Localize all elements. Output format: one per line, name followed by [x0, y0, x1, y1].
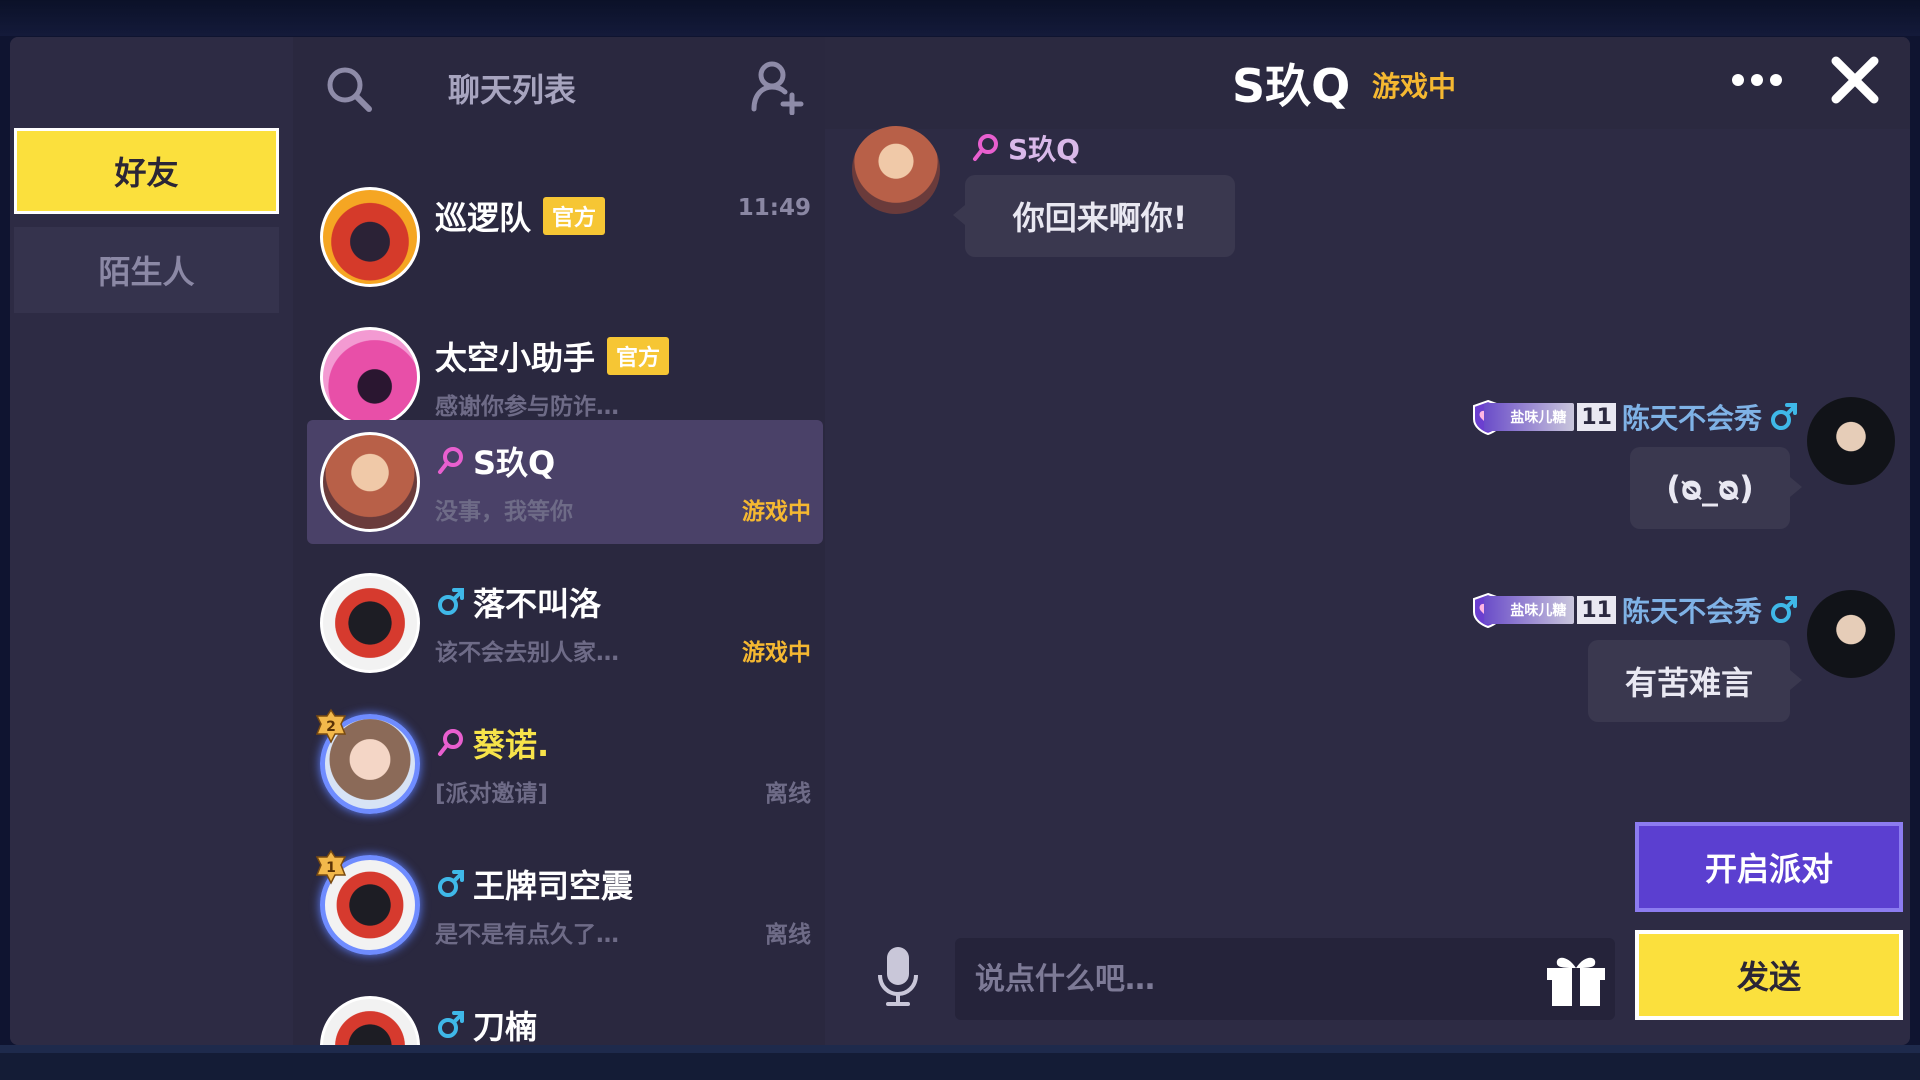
fan-tag: 盐味儿糖 11 [1470, 399, 1616, 435]
status-label: 游戏中 [742, 499, 811, 525]
contact-name: 落不叫洛 [435, 579, 601, 625]
add-friend-icon[interactable] [748, 59, 804, 115]
avatar [320, 187, 420, 287]
sender-avatar[interactable] [1807, 590, 1895, 678]
chat-list-title: 聊天列表 [448, 71, 577, 109]
message-preview: [派对邀请] [435, 781, 549, 807]
search-icon[interactable] [323, 63, 375, 115]
female-icon [973, 134, 998, 161]
list-item[interactable]: 2 葵诺. [派对邀请] 离线 [307, 702, 823, 826]
female-icon [438, 729, 463, 756]
list-item[interactable]: S玖Q 没事，我等你 游戏中 [307, 420, 823, 544]
contact-name: 王牌司空震 [435, 861, 633, 907]
contact-name: 太空小助手 官方 [435, 333, 670, 379]
mic-icon[interactable] [875, 945, 921, 1007]
sender-avatar[interactable] [852, 126, 940, 214]
message-bubble: 有苦难言 [1588, 640, 1802, 722]
male-icon [438, 1011, 464, 1038]
status-label: 离线 [765, 922, 811, 948]
avatar [320, 573, 420, 673]
background-top [0, 0, 1920, 36]
chat-status: 游戏中 [1372, 70, 1457, 103]
male-icon [438, 588, 464, 615]
sender-name: 盐味儿糖 11 陈天不会秀 [1470, 590, 1800, 630]
rank-badge-icon: 2 [315, 708, 347, 744]
contact-name: S玖Q [435, 438, 555, 484]
background-bottom [0, 1045, 1920, 1080]
gift-icon[interactable] [1543, 950, 1609, 1008]
female-icon [438, 447, 463, 474]
sender-name: 盐味儿糖 11 陈天不会秀 [1470, 397, 1800, 437]
chat-header: S玖Q 游戏中 [825, 37, 1910, 129]
contact-name: 葵诺. [435, 720, 549, 766]
contact-name: 刀楠 [435, 1002, 537, 1045]
list-item[interactable]: 落不叫洛 该不会去别人家… 游戏中 [307, 561, 823, 685]
svg-text:2: 2 [326, 719, 336, 735]
chat-list-header: 聊天列表 [293, 37, 825, 137]
message-input[interactable] [975, 952, 1515, 1006]
message-input-row [955, 938, 1615, 1020]
fan-tag: 盐味儿糖 11 [1470, 592, 1616, 628]
more-icon[interactable] [1730, 65, 1784, 95]
avatar [320, 996, 420, 1045]
male-icon [1771, 403, 1797, 430]
avatar [320, 327, 420, 427]
status-label: 游戏中 [742, 640, 811, 666]
message-bubble: 你回来啊你! [953, 175, 1235, 257]
rank-badge-icon: 1 [315, 849, 347, 885]
message-preview: 是不是有点久了… [435, 922, 619, 948]
chat-list: 聊天列表 巡逻队 官方 11:49 太空小助手 官方 感谢你参与防诈… S玖Q … [293, 37, 825, 1045]
message-preview: 感谢你参与防诈… [435, 394, 619, 420]
message-preview: 该不会去别人家… [435, 640, 619, 666]
official-badge: 官方 [607, 337, 670, 375]
chat-window: S玖Q 游戏中 S玖Q 你回来啊你! 盐味儿糖 11 陈天不会秀 (ᴓ_ᴓ) 盐… [825, 37, 1910, 1045]
avatar [320, 432, 420, 532]
tab-friends[interactable]: 好友 [14, 128, 279, 214]
male-icon [438, 870, 464, 897]
category-sidebar: 好友 陌生人 [10, 37, 293, 1045]
send-button[interactable]: 发送 [1635, 930, 1903, 1020]
start-party-button[interactable]: 开启派对 [1635, 822, 1903, 912]
official-badge: 官方 [543, 197, 606, 235]
contact-name: 巡逻队 官方 [435, 193, 606, 239]
status-label: 离线 [765, 781, 811, 807]
list-item[interactable]: 1 王牌司空震 是不是有点久了… 离线 [307, 843, 823, 967]
svg-text:1: 1 [326, 860, 336, 876]
sender-avatar[interactable] [1807, 397, 1895, 485]
sender-name: S玖Q [970, 128, 1080, 168]
close-icon[interactable] [1830, 55, 1880, 105]
male-icon [1771, 596, 1797, 623]
chat-title: S玖Q [1232, 59, 1351, 113]
tab-strangers[interactable]: 陌生人 [14, 227, 279, 313]
chat-panel: 好友 陌生人 聊天列表 巡逻队 官方 11:49 太空小助手 官方 感谢你参与防… [10, 37, 1910, 1045]
message-time: 11:49 [737, 195, 811, 221]
message-preview: 没事，我等你 [435, 499, 573, 525]
list-item[interactable]: 巡逻队 官方 11:49 [307, 175, 823, 299]
list-item[interactable]: 刀楠 [307, 984, 823, 1045]
message-bubble: (ᴓ_ᴓ) [1630, 447, 1802, 529]
